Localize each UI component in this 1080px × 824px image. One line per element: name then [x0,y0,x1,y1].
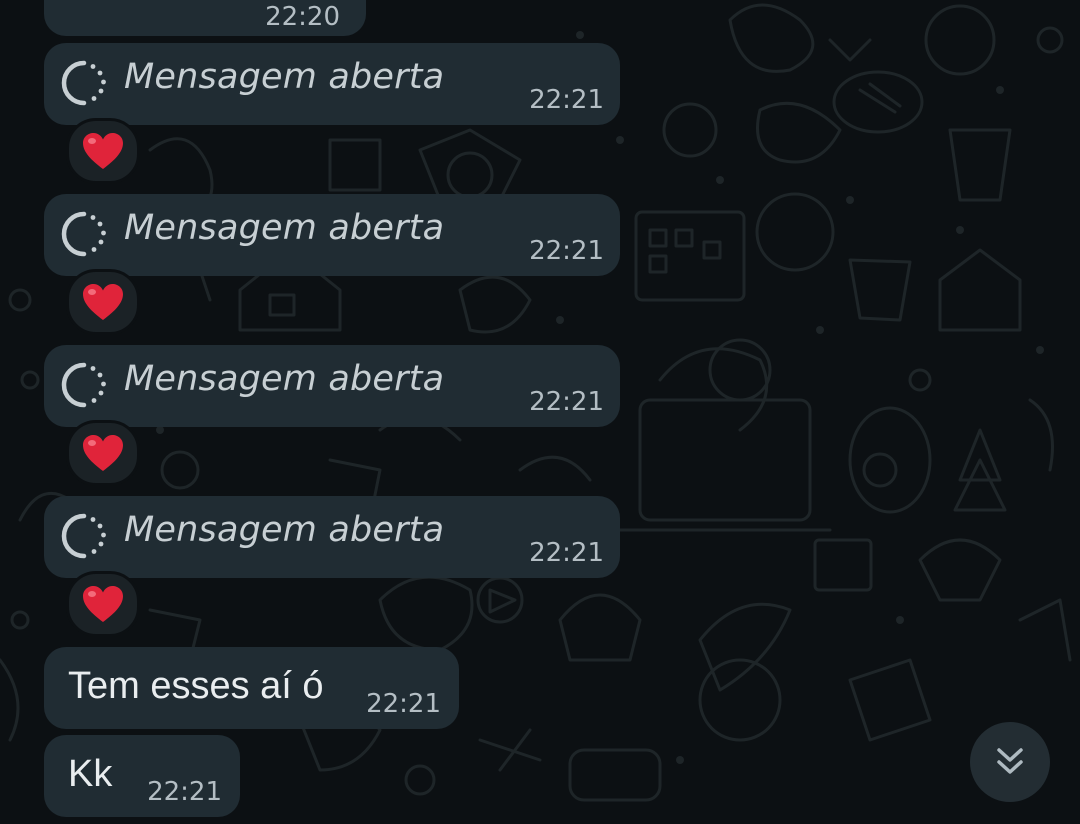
reaction-heart[interactable] [66,420,140,486]
message-time: 22:20 [265,2,340,32]
message-time: 22:21 [529,85,604,115]
text-message[interactable]: Tem esses aí ó 22:21 [44,647,459,729]
view-once-label: Mensagem aberta [124,57,445,97]
view-once-message[interactable]: Mensagem aberta 22:21 [44,345,620,427]
reaction-heart[interactable] [66,269,140,335]
red-heart-icon [83,284,123,320]
view-once-opened-icon [61,211,106,257]
red-heart-icon [83,586,123,622]
view-once-message[interactable]: Mensagem aberta 22:21 [44,194,620,276]
view-once-opened-icon [61,60,106,106]
view-once-message[interactable]: Mensagem aberta 22:21 [44,43,620,125]
scroll-to-bottom-button[interactable] [970,722,1050,802]
red-heart-icon [83,435,123,471]
reaction-heart[interactable] [66,571,140,637]
message-text: Kk [68,753,113,795]
double-chevron-down-icon [997,748,1023,774]
text-message[interactable]: Kk 22:21 [44,735,240,817]
message-time: 22:21 [529,236,604,266]
view-once-label: Mensagem aberta [124,208,445,248]
message-time: 22:21 [147,777,222,807]
view-once-opened-icon [61,513,106,559]
view-once-message[interactable]: Mensagem aberta 22:21 [44,496,620,578]
view-once-opened-icon [61,362,106,408]
view-once-label: Mensagem aberta [124,359,445,399]
reaction-heart[interactable] [66,118,140,184]
message-text: Tem esses aí ó [68,665,324,707]
view-once-label: Mensagem aberta [124,510,445,550]
message-time: 22:21 [529,387,604,417]
message-bubble-partial[interactable]: 22:20 [44,0,366,36]
message-time: 22:21 [529,538,604,568]
red-heart-icon [83,133,123,169]
chat-screen: 22:20 Mensagem aberta 22:21 Mensagem abe… [0,0,1080,824]
message-time: 22:21 [366,689,441,719]
